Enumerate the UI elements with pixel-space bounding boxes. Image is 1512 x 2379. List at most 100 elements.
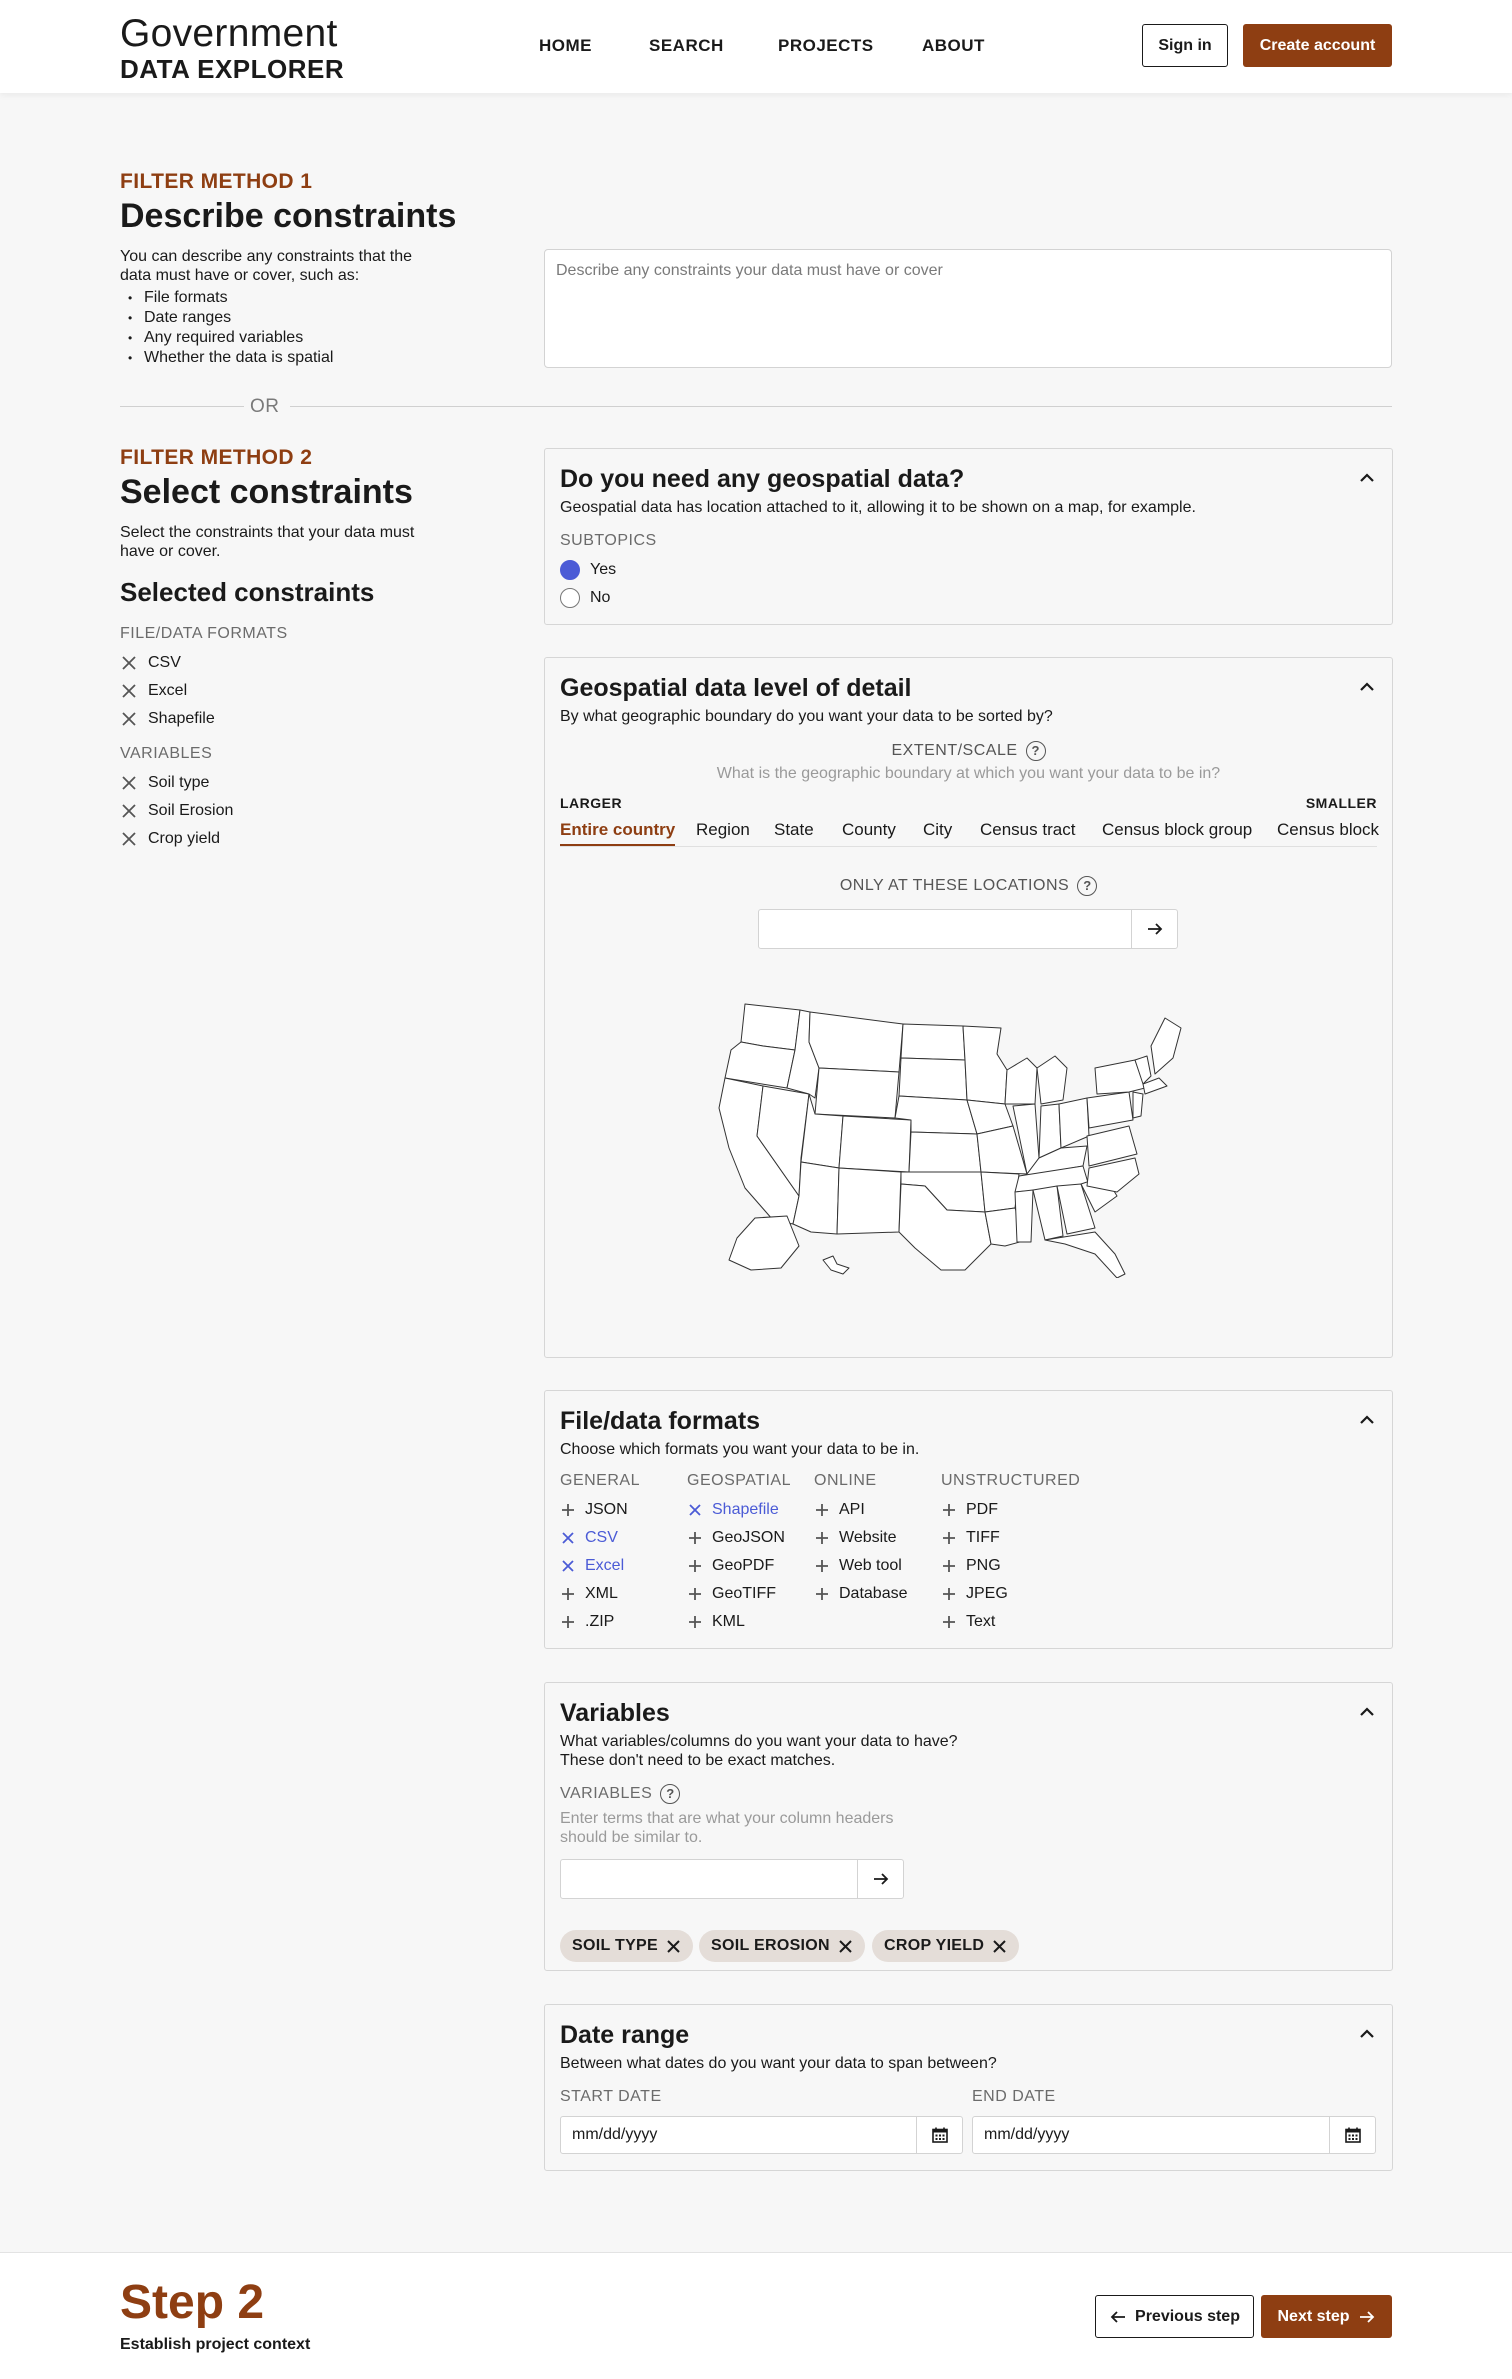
nav-home[interactable]: HOME <box>539 36 592 56</box>
scale-census-tract[interactable]: Census tract <box>980 820 1075 840</box>
format-option-kml[interactable]: KML <box>687 1613 745 1631</box>
chevron-up-icon[interactable] <box>1356 2023 1378 2045</box>
scale-county[interactable]: County <box>842 820 896 840</box>
us-map[interactable] <box>715 998 1215 1278</box>
map-state-wisconsin[interactable] <box>1004 1057 1038 1105</box>
variable-chip-crop-yield[interactable]: CROP YIELD <box>872 1930 1020 1962</box>
variables-input[interactable] <box>560 1859 904 1899</box>
map-state-minnesota[interactable] <box>962 1025 1008 1105</box>
map-state-wyoming[interactable] <box>814 1067 900 1119</box>
radio-no[interactable]: No <box>560 588 610 608</box>
format-option-api[interactable]: API <box>814 1501 865 1519</box>
map-state-montana[interactable] <box>808 1011 904 1073</box>
format-option-csv[interactable]: CSV <box>560 1529 618 1547</box>
map-state-colorado[interactable] <box>838 1115 912 1173</box>
logo-government[interactable]: Government <box>120 12 338 56</box>
format-option-json[interactable]: JSON <box>560 1501 628 1519</box>
scale-entire-country[interactable]: Entire country <box>560 820 676 846</box>
format-option-xml[interactable]: XML <box>560 1585 618 1603</box>
chevron-up-icon[interactable] <box>1356 1701 1378 1723</box>
nav-projects[interactable]: PROJECTS <box>778 36 874 56</box>
format-option-pdf[interactable]: PDF <box>941 1501 998 1519</box>
format-option-zip[interactable]: .ZIP <box>560 1613 614 1631</box>
scale-census-block-group[interactable]: Census block group <box>1102 820 1252 840</box>
help-icon[interactable]: ? <box>1025 741 1046 761</box>
map-state-florida[interactable] <box>1044 1231 1126 1278</box>
plus-icon <box>687 1614 703 1630</box>
variable-chip-soil-erosion[interactable]: SOIL EROSION <box>699 1930 865 1962</box>
close-icon[interactable] <box>992 1939 1007 1954</box>
remove-format-shapefile[interactable]: Shapefile <box>120 710 215 728</box>
start-date-picker-button[interactable] <box>916 2117 962 2153</box>
map-state-maine[interactable] <box>1150 1017 1182 1075</box>
help-icon[interactable]: ? <box>660 1784 681 1804</box>
format-option-excel[interactable]: Excel <box>560 1557 624 1575</box>
format-option-geopdf[interactable]: GeoPDF <box>687 1557 774 1575</box>
remove-format-csv[interactable]: CSV <box>120 654 181 672</box>
remove-format-excel[interactable]: Excel <box>120 682 187 700</box>
format-option-png[interactable]: PNG <box>941 1557 1001 1575</box>
format-option-text[interactable]: Text <box>941 1613 995 1631</box>
remove-variable-soil-erosion[interactable]: Soil Erosion <box>120 802 233 820</box>
format-option-webtool[interactable]: Web tool <box>814 1557 902 1575</box>
date-panel: Date range Between what dates do you wan… <box>544 2004 1393 2171</box>
scale-state[interactable]: State <box>774 820 814 840</box>
submit-location-button[interactable] <box>1131 910 1177 948</box>
smaller-label: SMALLER <box>1305 795 1377 811</box>
remove-variable-crop-yield[interactable]: Crop yield <box>120 830 220 848</box>
map-state-hawaii[interactable] <box>822 1255 850 1275</box>
start-date-input[interactable]: mm/dd/yyyy <box>560 2116 963 2154</box>
radio-yes[interactable]: Yes <box>560 560 616 580</box>
map-state-washington[interactable] <box>740 1003 801 1051</box>
scale-census-block[interactable]: Census block <box>1277 820 1379 840</box>
map-state-new-jersey[interactable] <box>1132 1091 1144 1119</box>
next-step-button[interactable]: Next step <box>1261 2295 1392 2338</box>
variables-title: Variables <box>560 1699 670 1727</box>
format-option-shapefile[interactable]: Shapefile <box>687 1501 779 1519</box>
format-option-label: Database <box>839 1585 908 1602</box>
map-state-michigan[interactable] <box>1036 1055 1068 1105</box>
detail-subtitle: By what geographic boundary do you want … <box>560 708 1053 725</box>
constraints-textarea[interactable]: Describe any constraints your data must … <box>544 249 1392 368</box>
scale-city[interactable]: City <box>923 820 952 840</box>
map-state-alaska[interactable] <box>728 1215 800 1271</box>
variable-chip-soil-type[interactable]: SOIL TYPE <box>560 1930 693 1962</box>
format-option-geojson[interactable]: GeoJSON <box>687 1529 785 1547</box>
map-state-south-dakota[interactable] <box>898 1057 968 1101</box>
add-variable-button[interactable] <box>857 1860 903 1898</box>
create-account-button[interactable]: Create account <box>1243 24 1392 67</box>
previous-step-button[interactable]: Previous step <box>1095 2295 1254 2338</box>
map-state-arizona[interactable] <box>792 1161 840 1235</box>
chevron-up-icon[interactable] <box>1356 467 1378 489</box>
format-option-website[interactable]: Website <box>814 1529 897 1547</box>
format-option-jpeg[interactable]: JPEG <box>941 1585 1008 1603</box>
close-icon[interactable] <box>838 1939 853 1954</box>
format-option-label: Text <box>966 1613 996 1630</box>
close-icon[interactable] <box>666 1939 681 1954</box>
nav-search[interactable]: SEARCH <box>649 36 724 56</box>
or-divider-right <box>290 406 1392 407</box>
map-state-north-dakota[interactable] <box>900 1023 966 1061</box>
locations-input[interactable] <box>758 909 1178 949</box>
date-title: Date range <box>560 2021 690 2049</box>
chevron-up-icon[interactable] <box>1356 1409 1378 1431</box>
map-state-ohio[interactable] <box>1058 1097 1090 1149</box>
format-option-geotiff[interactable]: GeoTIFF <box>687 1585 776 1603</box>
end-date-picker-button[interactable] <box>1329 2117 1375 2153</box>
nav-about[interactable]: ABOUT <box>922 36 985 56</box>
sign-in-button[interactable]: Sign in <box>1142 24 1228 67</box>
scale-region[interactable]: Region <box>696 820 750 840</box>
map-state-arkansas[interactable] <box>980 1171 1020 1213</box>
map-state-kansas[interactable] <box>908 1131 982 1173</box>
method2-title: Select constraints <box>120 473 413 511</box>
map-state-mississippi[interactable] <box>1014 1189 1034 1243</box>
format-option-tiff[interactable]: TIFF <box>941 1529 1000 1547</box>
remove-variable-soil-type[interactable]: Soil type <box>120 774 209 792</box>
logo-data-explorer[interactable]: DATA EXPLORER <box>120 54 344 85</box>
help-icon[interactable]: ? <box>1077 876 1098 896</box>
format-option-database[interactable]: Database <box>814 1585 908 1603</box>
end-date-input[interactable]: mm/dd/yyyy <box>972 2116 1376 2154</box>
map-state-new-mexico[interactable] <box>836 1167 902 1235</box>
chevron-up-icon[interactable] <box>1356 676 1378 698</box>
map-state-pennsylvania[interactable] <box>1086 1091 1134 1129</box>
